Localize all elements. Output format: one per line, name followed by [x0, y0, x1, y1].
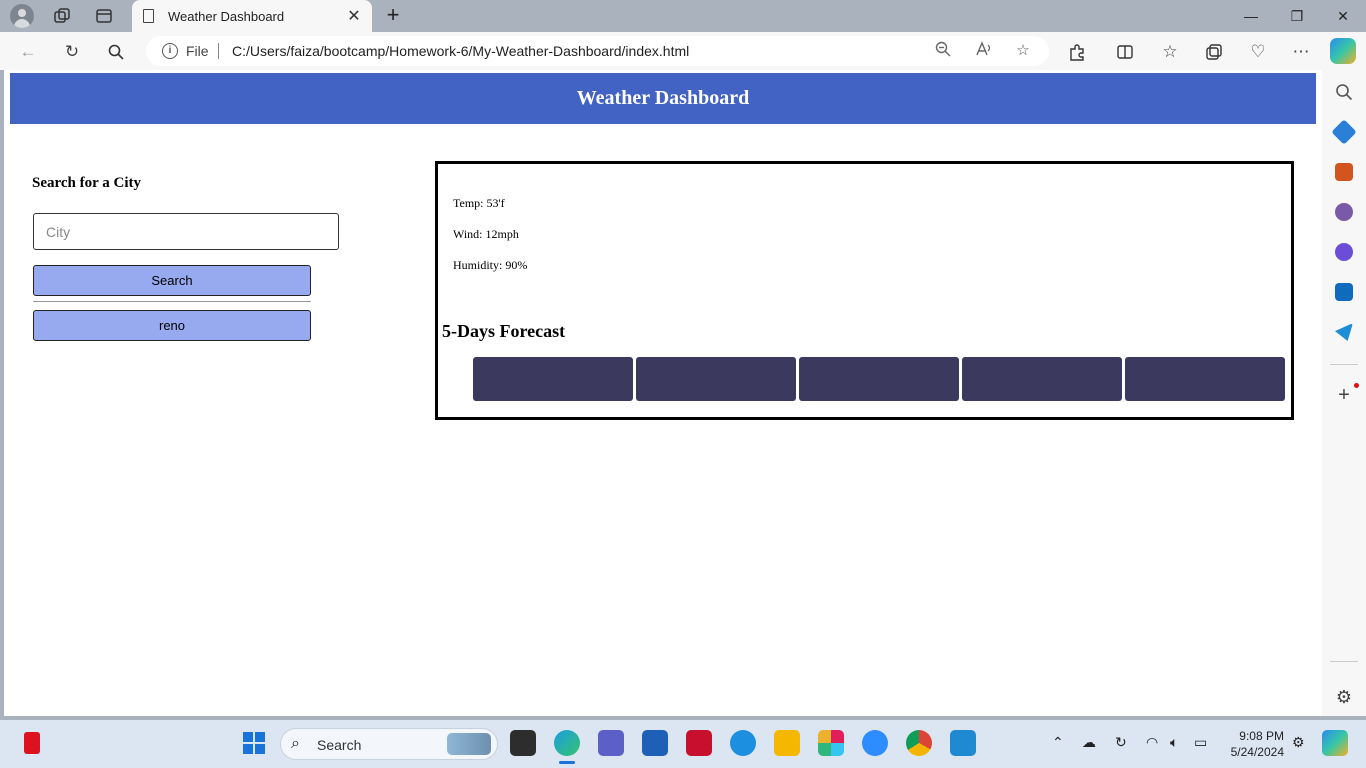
- onedrive-icon[interactable]: ☁: [1082, 734, 1096, 751]
- volume-icon[interactable]: 🔈︎: [1170, 734, 1178, 751]
- browser-viewport: Weather Dashboard Search for a City Sear…: [4, 70, 1322, 716]
- search-icon[interactable]: [103, 39, 129, 65]
- notification-dot: [1354, 383, 1359, 388]
- sidebar-separator: [1330, 364, 1358, 365]
- read-aloud-icon[interactable]: [974, 41, 994, 61]
- collections-icon[interactable]: [1201, 39, 1227, 65]
- profile-avatar[interactable]: [10, 4, 34, 28]
- address-bar[interactable]: i File C:/Users/faiza/bootcamp/Homework-…: [146, 36, 1049, 66]
- weather-dashboard-page: Weather Dashboard Search for a City Sear…: [4, 70, 1322, 716]
- forecast-card: [799, 357, 959, 401]
- search-button[interactable]: Search: [33, 265, 311, 296]
- url-scheme-label: File: [186, 43, 209, 59]
- send-icon[interactable]: [1335, 323, 1353, 341]
- clock-time: 9:08 PM: [1239, 729, 1284, 743]
- forecast-card: [1125, 357, 1285, 401]
- help-icon[interactable]: [730, 730, 756, 756]
- zoom-icon[interactable]: [862, 730, 888, 756]
- new-tab-button[interactable]: +: [381, 4, 405, 28]
- page-header: Weather Dashboard: [10, 73, 1316, 124]
- browser-toolbar: ← ↻ i File C:/Users/faiza/bootcamp/Homew…: [0, 32, 1366, 70]
- tools-icon[interactable]: [1335, 163, 1353, 181]
- settings-more-icon[interactable]: ⋯: [1288, 39, 1314, 65]
- browser-essentials-icon[interactable]: ♡: [1245, 39, 1271, 65]
- edge-browser-icon[interactable]: [554, 730, 580, 756]
- teams-icon[interactable]: [598, 730, 624, 756]
- taskbar-search-icon: ⌕: [291, 735, 300, 752]
- windows-taskbar: ⌕ Search ⌃ ☁ ↻ ◠ 🔈︎ ▭ 9:08 PM 5/24/2024 …: [0, 720, 1366, 768]
- search-highlight-image: [447, 733, 491, 755]
- page-icon: [143, 9, 154, 23]
- mcafee-icon[interactable]: [686, 730, 712, 756]
- city-search-input[interactable]: [33, 213, 339, 250]
- sidebar-settings-gear-icon[interactable]: ⚙: [1335, 688, 1353, 706]
- vscode-icon[interactable]: [950, 730, 976, 756]
- current-temp: Temp: 53'f: [453, 196, 505, 210]
- favorite-star-icon[interactable]: ☆: [1013, 41, 1033, 61]
- vertical-tabs-icon[interactable]: [92, 4, 116, 28]
- tab-title: Weather Dashboard: [168, 8, 285, 24]
- url-text[interactable]: C:/Users/faiza/bootcamp/Homework-6/My-We…: [232, 43, 689, 59]
- taskbar-search-label: Search: [317, 737, 362, 753]
- address-separator: [218, 43, 219, 59]
- add-sidebar-app-icon[interactable]: +: [1335, 385, 1353, 405]
- history-city-button[interactable]: reno: [33, 310, 311, 341]
- wifi-icon[interactable]: ◠: [1146, 734, 1158, 751]
- microsoft-store-icon[interactable]: [642, 730, 668, 756]
- restore-button[interactable]: ❐: [1274, 0, 1320, 32]
- sync-icon[interactable]: ↻: [1115, 734, 1127, 751]
- outlook-icon[interactable]: [1335, 283, 1353, 301]
- active-tab[interactable]: Weather Dashboard ✕: [132, 0, 372, 32]
- page-title: Weather Dashboard: [576, 87, 750, 109]
- search-divider: [33, 301, 311, 302]
- nba-widget-icon[interactable]: [24, 732, 40, 754]
- clock-date: 5/24/2024: [1230, 745, 1284, 759]
- edge-active-indicator: [559, 761, 575, 764]
- current-humidity: Humidity: 90%: [453, 258, 528, 272]
- forecast-card: [962, 357, 1122, 401]
- slack-icon[interactable]: [818, 730, 844, 756]
- system-clock[interactable]: 9:08 PM 5/24/2024: [1222, 728, 1284, 760]
- minimize-button[interactable]: —: [1228, 0, 1274, 32]
- current-wind: Wind: 12mph: [453, 227, 519, 241]
- file-explorer-icon[interactable]: [774, 730, 800, 756]
- search-heading: Search for a City: [32, 175, 142, 191]
- close-window-button[interactable]: ✕: [1320, 0, 1366, 32]
- shopping-tag-icon[interactable]: [1331, 119, 1357, 145]
- split-screen-icon[interactable]: [1112, 39, 1138, 65]
- battery-icon[interactable]: ▭: [1194, 734, 1207, 751]
- microsoft365-icon[interactable]: [1335, 243, 1353, 261]
- workspaces-icon[interactable]: [50, 4, 74, 28]
- sidebar-separator: [1330, 661, 1358, 662]
- chrome-icon[interactable]: [906, 730, 932, 756]
- forecast-title: 5-Days Forecast: [442, 321, 566, 341]
- notifications-icon[interactable]: ⚙: [1292, 734, 1305, 751]
- start-button-windows-icon[interactable]: [243, 732, 265, 754]
- browser-tab-strip: Weather Dashboard ✕ + — ❐ ✕: [0, 0, 1366, 32]
- show-hidden-icons-chevron-icon[interactable]: ⌃: [1052, 734, 1064, 751]
- zoom-out-icon[interactable]: [933, 41, 953, 61]
- task-view-icon[interactable]: [510, 730, 536, 756]
- forecast-card: [473, 357, 633, 401]
- edge-sidebar: + ⚙: [1322, 70, 1366, 716]
- extensions-icon[interactable]: [1064, 39, 1090, 65]
- copilot-icon[interactable]: [1330, 38, 1356, 64]
- info-icon[interactable]: i: [162, 43, 178, 59]
- favorites-icon[interactable]: ☆: [1157, 39, 1183, 65]
- sidebar-search-icon[interactable]: [1335, 83, 1353, 101]
- taskbar-search-box[interactable]: ⌕ Search: [280, 728, 498, 760]
- tab-close-icon[interactable]: ✕: [342, 6, 366, 26]
- games-icon[interactable]: [1335, 203, 1353, 221]
- copilot-taskbar-icon[interactable]: [1322, 730, 1348, 756]
- forecast-card: [636, 357, 796, 401]
- current-weather-panel: Temp: 53'f Wind: 12mph Humidity: 90% 5-D…: [435, 161, 1294, 420]
- back-icon[interactable]: ←: [15, 39, 41, 65]
- refresh-icon[interactable]: ↻: [59, 39, 85, 65]
